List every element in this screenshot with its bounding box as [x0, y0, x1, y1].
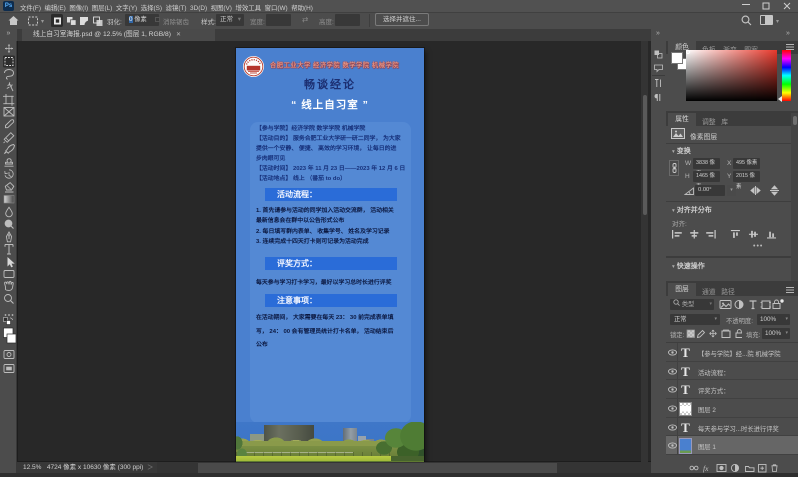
svg-text:fx: fx [703, 464, 709, 473]
